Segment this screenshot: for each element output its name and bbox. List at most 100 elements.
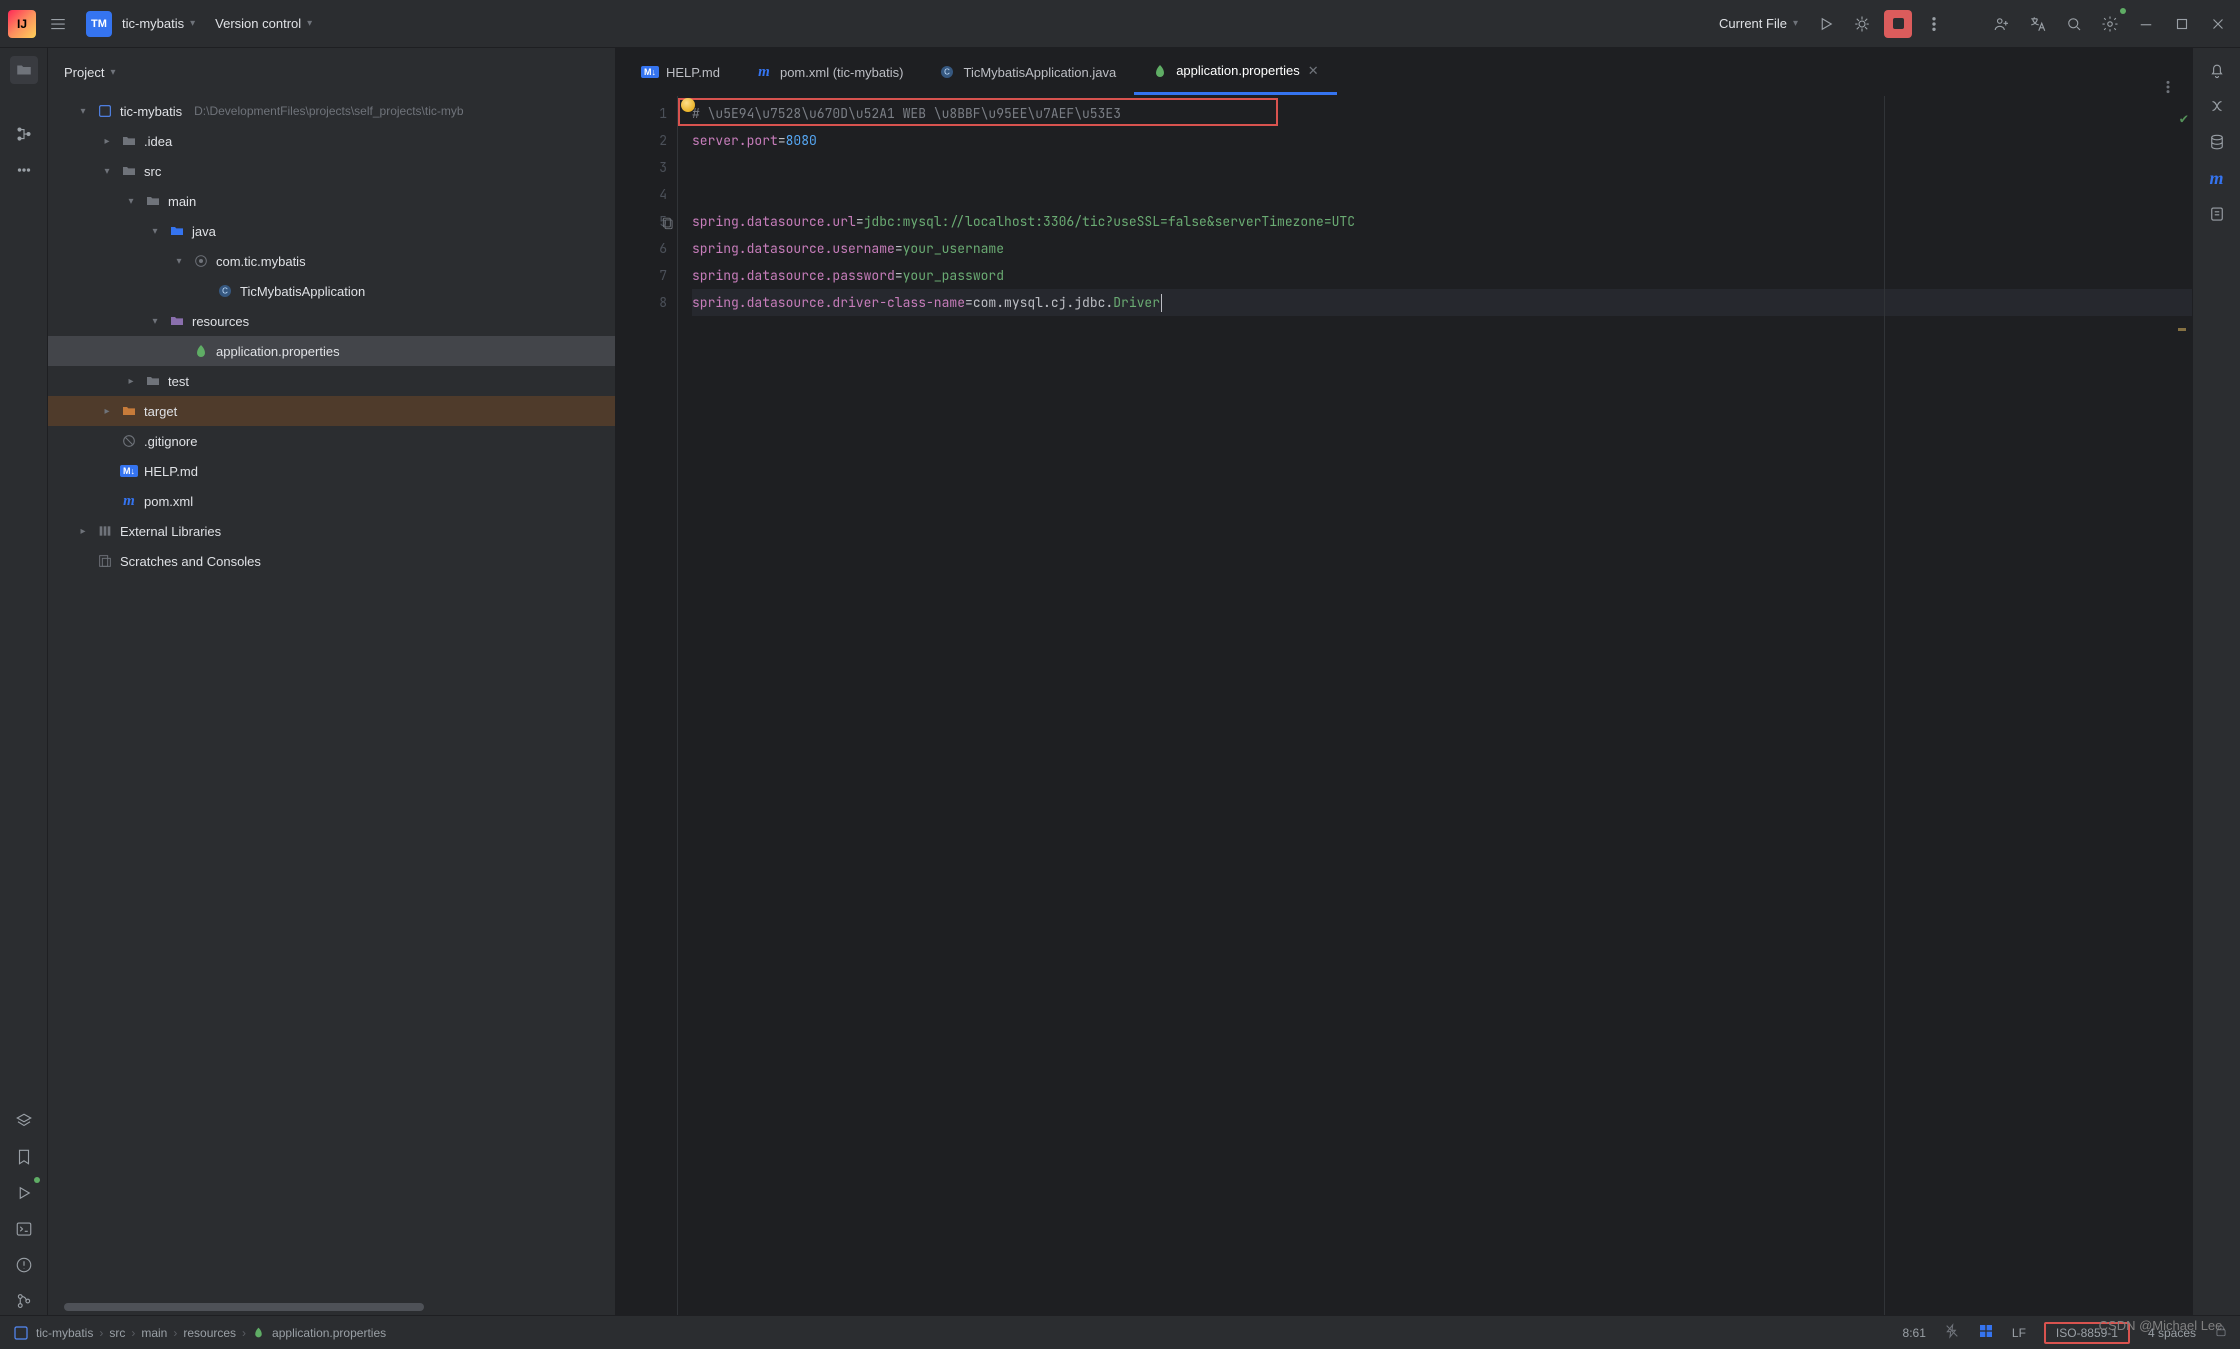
tree-item[interactable]: ▾main — [48, 186, 615, 216]
tree-item[interactable]: application.properties — [48, 336, 615, 366]
breadcrumb-separator: › — [242, 1326, 246, 1340]
readonly-toggle[interactable] — [2214, 1324, 2228, 1341]
code-line-2[interactable]: server.port=8080 — [692, 127, 2192, 154]
breadcrumb-item[interactable]: src — [109, 1326, 125, 1340]
tree-item-label: External Libraries — [120, 524, 221, 539]
editor-tab[interactable]: application.properties ✕ — [1134, 49, 1336, 95]
restore-button[interactable] — [2168, 10, 2196, 38]
editor-tab[interactable]: mpom.xml (tic-mybatis) — [738, 49, 922, 95]
translate-icon[interactable] — [2024, 10, 2052, 38]
folder-src-icon — [168, 223, 186, 239]
expand-arrow[interactable]: ▾ — [76, 106, 90, 117]
tree-item[interactable]: ▸ External Libraries — [48, 516, 615, 546]
tree-item[interactable]: ▾resources — [48, 306, 615, 336]
more-actions-button[interactable] — [1920, 10, 1948, 38]
run-tool-button[interactable] — [10, 1179, 38, 1207]
code-editor[interactable]: 12345678 # \u5E94\u7528\u670D\u52A1 WEB … — [616, 96, 2192, 1315]
horizontal-scrollbar[interactable] — [64, 1303, 424, 1311]
editor-tab[interactable]: CTicMybatisApplication.java — [921, 49, 1134, 95]
stop-button[interactable] — [1884, 10, 1912, 38]
tree-item[interactable]: ▾java — [48, 216, 615, 246]
git-tool-button[interactable] — [10, 1287, 38, 1315]
tree-item[interactable]: M↓HELP.md — [48, 456, 615, 486]
editor-content[interactable]: # \u5E94\u7528\u670D\u52A1 WEB \u8BBF\u9… — [678, 96, 2192, 1315]
tree-item[interactable]: Scratches and Consoles — [48, 546, 615, 576]
intention-bulb-icon[interactable] — [681, 98, 695, 112]
breadcrumb-item[interactable]: application.properties — [272, 1326, 386, 1340]
debug-button[interactable] — [1848, 10, 1876, 38]
vcs-menu[interactable]: Version control ▾ — [209, 12, 318, 35]
power-save-icon[interactable] — [1944, 1323, 1960, 1342]
tree-item[interactable]: ▾tic-mybatisD:\DevelopmentFiles\projects… — [48, 96, 615, 126]
windows-icon[interactable] — [1978, 1323, 1994, 1342]
project-tool-button[interactable] — [10, 56, 38, 84]
breadcrumb-item[interactable]: resources — [183, 1326, 236, 1340]
minimize-button[interactable] — [2132, 10, 2160, 38]
ai-assistant-tool-button[interactable] — [2203, 92, 2231, 120]
coverage-tool-button[interactable] — [2203, 200, 2231, 228]
expand-arrow[interactable]: ▾ — [124, 196, 138, 207]
tree-item[interactable]: ▾com.tic.mybatis — [48, 246, 615, 276]
expand-arrow[interactable]: ▾ — [172, 256, 186, 267]
breadcrumb-separator: › — [173, 1326, 177, 1340]
settings-button[interactable] — [2096, 10, 2124, 38]
expand-arrow[interactable]: ▸ — [124, 376, 138, 387]
editor-error-stripe[interactable]: ✔ — [2170, 96, 2192, 1315]
problems-tool-button[interactable] — [10, 1251, 38, 1279]
notifications-tool-button[interactable] — [2203, 56, 2231, 84]
project-badge: TM — [86, 11, 112, 37]
gutter-paste-icon[interactable] — [661, 213, 675, 240]
line-separator[interactable]: LF — [2012, 1326, 2026, 1340]
project-tree[interactable]: ▾tic-mybatisD:\DevelopmentFiles\projects… — [48, 96, 615, 1303]
expand-arrow[interactable]: ▾ — [148, 316, 162, 327]
structure-tool-button[interactable] — [10, 120, 38, 148]
expand-arrow[interactable]: ▸ — [76, 526, 90, 537]
indent-settings[interactable]: 4 spaces — [2148, 1326, 2196, 1340]
code-line-4[interactable] — [692, 181, 2192, 208]
expand-arrow[interactable]: ▾ — [148, 226, 162, 237]
tree-item[interactable]: ▾src — [48, 156, 615, 186]
maven-tool-button[interactable]: m — [2203, 164, 2231, 192]
terminal-tool-button[interactable] — [10, 1215, 38, 1243]
tree-item[interactable]: mpom.xml — [48, 486, 615, 516]
tree-item[interactable]: ▸test — [48, 366, 615, 396]
cursor-position[interactable]: 8:61 — [1903, 1326, 1926, 1340]
more-tools-button[interactable] — [10, 156, 38, 184]
tab-label: application.properties — [1176, 63, 1300, 78]
database-tool-button[interactable] — [2203, 128, 2231, 156]
tree-item[interactable]: ▸target — [48, 396, 615, 426]
tree-item[interactable]: .gitignore — [48, 426, 615, 456]
navigation-bar[interactable]: tic-mybatis›src›main›resources›applicati… — [12, 1324, 386, 1342]
editor-tab[interactable]: M↓HELP.md — [624, 49, 738, 95]
expand-arrow[interactable]: ▸ — [100, 136, 114, 147]
breadcrumb-item[interactable]: tic-mybatis — [36, 1326, 93, 1340]
expand-arrow[interactable]: ▾ — [100, 166, 114, 177]
tree-item[interactable]: CTicMybatisApplication — [48, 276, 615, 306]
code-with-me-button[interactable] — [1988, 10, 2016, 38]
project-panel-header[interactable]: Project ▾ — [48, 48, 615, 96]
warning-mark[interactable] — [2178, 328, 2186, 331]
close-tab-icon[interactable]: ✕ — [1308, 63, 1319, 79]
run-button[interactable] — [1812, 10, 1840, 38]
file-encoding[interactable]: ISO-8859-1 — [2044, 1322, 2130, 1344]
code-line-5[interactable]: spring.datasource.url=jdbc:mysql://local… — [692, 208, 2192, 235]
project-selector[interactable]: TM tic-mybatis ▾ — [80, 7, 201, 41]
code-line-1[interactable]: # \u5E94\u7528\u670D\u52A1 WEB \u8BBF\u9… — [692, 100, 2192, 127]
bookmarks-tool-button[interactable] — [10, 1143, 38, 1171]
run-config-selector[interactable]: Current File ▾ — [1713, 12, 1804, 35]
close-window-button[interactable] — [2204, 10, 2232, 38]
code-line-7[interactable]: spring.datasource.password=your_password — [692, 262, 2192, 289]
search-everywhere-button[interactable] — [2060, 10, 2088, 38]
build-tool-button[interactable] — [10, 1107, 38, 1135]
tree-item[interactable]: ▸ .idea — [48, 126, 615, 156]
editor-tabs-more[interactable] — [2152, 79, 2184, 95]
folder-target-icon — [120, 403, 138, 419]
main-menu-button[interactable] — [44, 10, 72, 38]
expand-arrow[interactable]: ▸ — [100, 406, 114, 417]
text-caret — [1161, 294, 1162, 312]
code-line-8[interactable]: spring.datasource.driver-class-name=com.… — [692, 289, 2192, 316]
code-line-3[interactable] — [692, 154, 2192, 181]
breadcrumb-item[interactable]: main — [141, 1326, 167, 1340]
tree-item-label: .idea — [144, 134, 172, 149]
code-line-6[interactable]: spring.datasource.username=your_username — [692, 235, 2192, 262]
